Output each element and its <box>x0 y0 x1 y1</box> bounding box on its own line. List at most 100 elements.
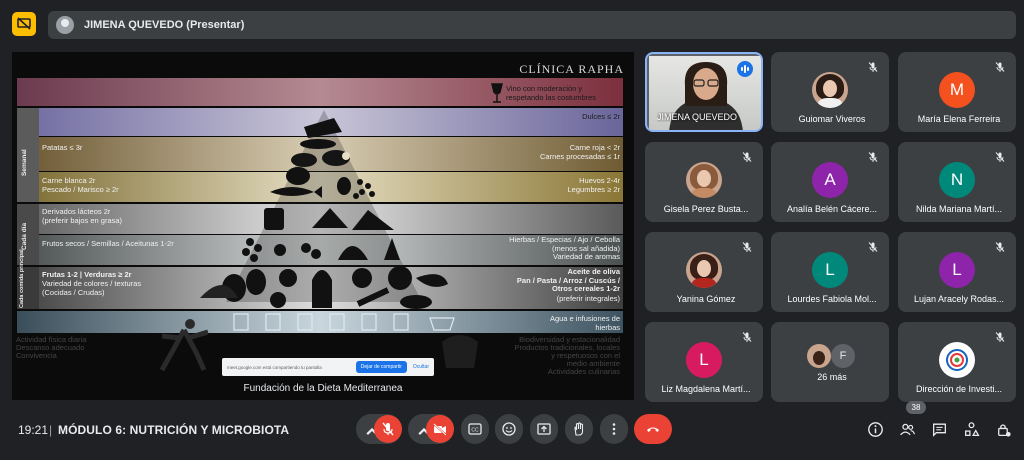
activities-button[interactable] <box>959 417 983 441</box>
eggs-text: Huevos 2-4r Legumbres ≥ 2r <box>567 176 620 194</box>
participant-tile[interactable]: L Lujan Aracely Rodas... <box>898 232 1016 312</box>
activities-icon <box>964 421 979 436</box>
organization-logo <box>939 342 975 378</box>
meeting-details-button[interactable] <box>863 417 887 441</box>
top-bar: JIMENA QUEVEDO (Presentar) <box>0 0 1024 48</box>
info-icon <box>867 421 883 437</box>
presenter-chip[interactable]: JIMENA QUEVEDO (Presentar) <box>48 11 1016 39</box>
participant-photo <box>812 72 848 108</box>
participant-tile[interactable]: Yanina Gómez <box>645 232 763 312</box>
reactions-button[interactable] <box>495 414 523 444</box>
meal-side-label: Cada comida principal <box>19 249 25 308</box>
participant-tile[interactable]: N Nilda Mariana Martí... <box>898 142 1016 222</box>
host-controls-button[interactable] <box>991 417 1015 441</box>
stop-sharing-button[interactable]: Dejar de compartir <box>355 361 407 373</box>
mic-off-icon <box>994 240 1006 252</box>
mic-control[interactable] <box>356 414 402 444</box>
participant-tile[interactable]: Guiomar Viveros <box>771 52 889 132</box>
participant-avatar: M <box>939 72 975 108</box>
mic-off-icon <box>867 240 879 252</box>
camera-control[interactable] <box>408 414 454 444</box>
shared-screen: CLÍNICA RAPHA Semanal Cada día Cada comi… <box>12 52 634 400</box>
title-separator: | <box>49 423 53 437</box>
herbs-text: Hierbas / Especias / Ajo / Cebolla (meno… <box>509 235 620 261</box>
mic-off-icon <box>867 60 879 72</box>
presenter-avatar <box>56 16 74 34</box>
participant-tile[interactable]: Dirección de Investi... <box>898 322 1016 402</box>
clinic-brand: CLÍNICA RAPHA <box>519 62 624 76</box>
mic-off-icon[interactable] <box>374 415 402 443</box>
participant-name: Dirección de Investi... <box>915 384 1003 394</box>
oil-sub-text: (preferir integrales) <box>556 294 620 303</box>
sweets-text: Dulces ≤ 2r <box>582 112 620 121</box>
participant-photo <box>686 162 722 198</box>
potatoes-text: Patatas ≤ 3r <box>42 143 83 152</box>
host-controls-icon <box>997 423 1011 437</box>
participant-name: Lourdes Fabiola Mol... <box>787 294 877 304</box>
mic-off-icon <box>994 60 1006 72</box>
participant-name: María Elena Ferreira <box>917 114 1001 124</box>
dairy-text: Derivados lácteos 2r (preferir bajos en … <box>42 207 123 225</box>
participant-name: Lujan Aracely Rodas... <box>913 294 1005 304</box>
weekly-side-label: Semanal <box>21 149 28 176</box>
more-options-button[interactable] <box>600 414 628 444</box>
participant-name: Nilda Mariana Martí... <box>915 204 1003 214</box>
participant-name: Analía Belén Cácere... <box>786 204 878 214</box>
screen-share-notice: meet.google.com está compartiendo tu pan… <box>222 358 434 376</box>
participant-name: 26 más <box>817 372 847 382</box>
participant-avatar: N <box>939 162 975 198</box>
speaking-indicator-icon <box>737 61 753 77</box>
participant-avatar: L <box>939 252 975 288</box>
participant-tile[interactable]: L Lourdes Fabiola Mol... <box>771 232 889 312</box>
participant-tile[interactable]: L Liz Magdalena Martí... <box>645 322 763 402</box>
participant-name: Gisela Perez Busta... <box>663 204 749 214</box>
people-icon <box>899 423 915 435</box>
fruits-text: Frutas 1-2 | Verduras ≥ 2r <box>42 270 132 279</box>
slide-footer: Fundación de la Dieta Mediterranea <box>243 383 403 394</box>
participant-tile[interactable]: Gisela Perez Busta... <box>645 142 763 222</box>
participant-name: Guiomar Viveros <box>798 114 866 124</box>
presenter-label: JIMENA QUEVEDO (Presentar) <box>84 19 245 31</box>
chat-button[interactable] <box>927 417 951 441</box>
more-icon <box>612 423 616 435</box>
participant-name: Yanina Gómez <box>676 294 736 304</box>
participant-count-badge: 38 <box>906 401 926 414</box>
participant-avatar: L <box>686 342 722 378</box>
present-button[interactable] <box>530 414 558 444</box>
participant-name: JIMENA QUEVEDO <box>657 112 738 122</box>
clock: 19:21 <box>18 423 49 437</box>
camera-off-icon[interactable] <box>426 415 454 443</box>
water-text: Agua e infusiones de hierbas <box>549 314 620 332</box>
participant-tile[interactable]: JIMENA QUEVEDO <box>645 52 763 132</box>
participant-tile[interactable]: F 26 más <box>771 322 889 402</box>
participant-tile[interactable]: M María Elena Ferreira <box>898 52 1016 132</box>
leave-call-button[interactable] <box>634 414 672 444</box>
activity-text: Actividad física diaria Descanso adecuad… <box>16 335 87 360</box>
fruits-sub-text: Variedad de colores / texturas (Cocidas … <box>42 279 142 297</box>
people-button[interactable] <box>895 417 919 441</box>
participant-avatar: F <box>831 344 855 368</box>
nuts-text: Frutos secos / Semillas / Aceitunas 1-2r <box>42 239 174 248</box>
hide-notice-button[interactable]: Ocultar <box>413 364 429 370</box>
mic-off-icon <box>994 330 1006 342</box>
biodiversity-text: Biodiversidad y estacionalidad Productos… <box>514 335 620 376</box>
present-screen-icon <box>537 423 551 435</box>
mic-off-icon <box>867 150 879 162</box>
raise-hand-button[interactable] <box>565 414 593 444</box>
participant-tile[interactable]: A Analía Belén Cácere... <box>771 142 889 222</box>
participant-photo <box>807 344 831 368</box>
emoji-icon <box>502 422 516 436</box>
bottom-bar: 19:21 | MÓDULO 6: NUTRICIÓN Y MICROBIOTA… <box>0 404 1024 460</box>
mic-off-icon <box>994 150 1006 162</box>
mic-off-icon <box>741 330 753 342</box>
wine-text: Vino con moderación y respetando las cos… <box>506 84 597 102</box>
captions-icon: CC <box>468 423 482 435</box>
participant-avatar: L <box>812 252 848 288</box>
presentation-icon[interactable] <box>12 12 36 36</box>
meeting-title: MÓDULO 6: NUTRICIÓN Y MICROBIOTA <box>58 423 290 437</box>
oil-text: Aceite de oliva Pan / Pasta / Arroz / Cu… <box>516 267 620 293</box>
participant-name: Liz Magdalena Martí... <box>661 384 751 394</box>
captions-button[interactable]: CC <box>461 414 489 444</box>
svg-text:CC: CC <box>471 428 479 434</box>
end-call-icon <box>647 427 659 432</box>
